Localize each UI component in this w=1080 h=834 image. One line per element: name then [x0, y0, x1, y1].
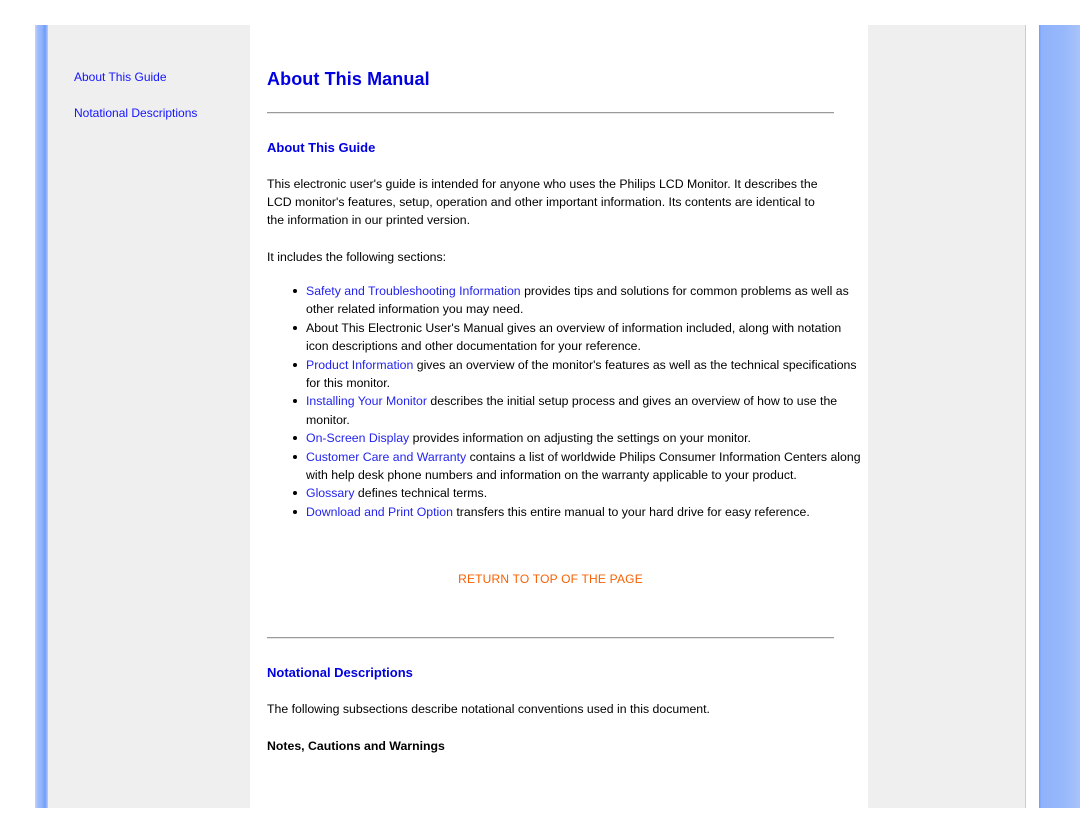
sidebar: About This Guide Notational Descriptions [48, 25, 250, 808]
list-item: About This Electronic User's Manual give… [293, 319, 866, 356]
sidebar-item-about-this-guide[interactable]: About This Guide [74, 70, 250, 84]
list-item-link[interactable]: Installing Your Monitor [306, 394, 427, 408]
list-item: Customer Care and Warranty contains a li… [293, 448, 866, 485]
list-item-text: defines technical terms. [354, 486, 488, 501]
right-hairline-divider [1025, 25, 1026, 808]
return-to-top: RETURN TO TOP OF THE PAGE [267, 521, 834, 588]
sidebar-item-notational-descriptions[interactable]: Notational Descriptions [74, 106, 250, 120]
list-item: Product Information gives an overview of… [293, 356, 866, 393]
section-list: Safety and Troubleshooting Information p… [267, 266, 866, 521]
list-item-link[interactable]: On-Screen Display [306, 431, 409, 445]
left-accent-bar [35, 25, 48, 808]
sidebar-links: About This Guide Notational Descriptions [48, 25, 250, 120]
list-item-link[interactable]: Safety and Troubleshooting Information [306, 284, 521, 298]
page-title: About This Manual [267, 69, 430, 89]
paragraph-notational: The following subsections describe notat… [267, 702, 710, 717]
list-item-link[interactable]: Download and Print Option [306, 505, 453, 519]
list-item: Glossary defines technical terms. [293, 484, 866, 502]
list-item: Safety and Troubleshooting Information p… [293, 282, 866, 319]
page-root: About This Guide Notational Descriptions… [0, 0, 1080, 834]
section-heading-about-this-guide: About This Guide [267, 140, 376, 155]
list-item-text: transfers this entire manual to your har… [452, 504, 810, 519]
list-item-text: provides information on adjusting the se… [409, 431, 751, 446]
subheading-notes-cautions-warnings: Notes, Cautions and Warnings [267, 739, 445, 754]
list-item-text: About This Electronic User's Manual give… [306, 320, 842, 354]
main-content: About This Manual About This Guide This … [250, 25, 868, 808]
content-inner: About This Manual About This Guide This … [250, 25, 868, 754]
list-item: Installing Your Monitor describes the in… [293, 392, 866, 429]
right-accent-bar [1039, 25, 1080, 808]
section-heading-notational-descriptions: Notational Descriptions [267, 665, 413, 681]
list-item: Download and Print Option transfers this… [293, 503, 866, 521]
right-filler-panel [868, 25, 1025, 808]
list-item-link[interactable]: Product Information [306, 358, 413, 372]
paragraph-includes: It includes the following sections: [267, 250, 447, 264]
return-to-top-link[interactable]: RETURN TO TOP OF THE PAGE [458, 572, 643, 586]
list-item-link[interactable]: Glossary [306, 486, 355, 500]
paragraph-intro: This electronic user's guide is intended… [267, 177, 818, 227]
list-item: On-Screen Display provides information o… [293, 429, 866, 447]
list-item-link[interactable]: Customer Care and Warranty [306, 450, 466, 464]
